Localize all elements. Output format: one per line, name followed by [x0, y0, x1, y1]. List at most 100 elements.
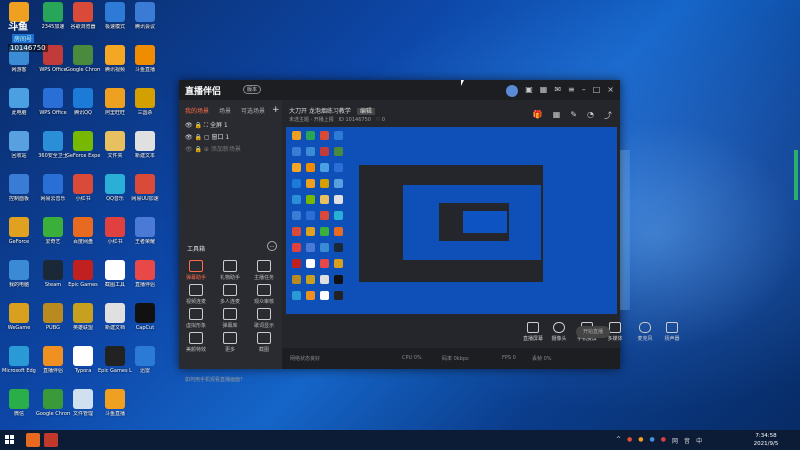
desktop-icon[interactable]: 爱奇艺 [36, 217, 70, 261]
toolbox-item[interactable]: 主播任务 [249, 260, 279, 281]
tshirt-icon[interactable]: ▣ [525, 85, 533, 97]
tab-optional-scenes[interactable]: 可选场景 [241, 106, 265, 115]
desktop-icon[interactable]: 微信 [2, 389, 36, 433]
toolbox-item[interactable]: 多人连麦 [215, 284, 245, 305]
desktop-icon[interactable]: QQ音乐 [98, 174, 132, 218]
category-text[interactable]: 未选主题 · 开播上报 [289, 117, 334, 123]
tab-scenes[interactable]: 场景 [219, 106, 231, 115]
toolbox-item[interactable]: 观众审核 [249, 284, 279, 305]
mail-icon[interactable]: ✉ [554, 85, 561, 97]
toolbox-item[interactable]: 弹幕库 [215, 308, 245, 329]
toolbox-item[interactable]: 礼物助手 [215, 260, 245, 281]
desktop-icon[interactable]: Typora [66, 346, 100, 390]
desktop-icon[interactable]: 网易云音乐 [36, 174, 70, 218]
desktop-icon[interactable]: 文件管理 [66, 389, 100, 433]
pen-icon[interactable]: ✎ [570, 110, 577, 121]
desktop-icon[interactable]: GeForce [2, 217, 36, 261]
tray-app-icon[interactable]: ● [661, 436, 666, 445]
desktop-icon[interactable]: 腾讯视频 [98, 45, 132, 89]
windows-start-icon[interactable] [5, 435, 15, 445]
desktop-icon[interactable]: 此电脑 [2, 88, 36, 132]
desktop-icon[interactable]: 直播伴侣 [128, 260, 162, 304]
toolbox-item[interactable]: 截图 [249, 332, 279, 353]
minimize-icon[interactable]: – [582, 85, 586, 97]
desktop-icon[interactable]: 斗鱼直播 [128, 45, 162, 89]
desktop-icon[interactable]: 我的电脑 [2, 260, 36, 304]
mobile-watch-tip[interactable]: 如何用手机观看直播画面? [185, 376, 243, 383]
desktop-icon[interactable]: 控制面板 [2, 174, 36, 218]
tray-app-icon[interactable]: ● [638, 436, 643, 445]
desktop-icon[interactable]: 阿里旺旺 [98, 88, 132, 132]
tab-my-scenes[interactable]: 我的场景 [185, 106, 209, 115]
desktop-icon[interactable]: Microsoft Edge [2, 346, 36, 390]
desktop-icon[interactable]: 网易UU加速 [128, 174, 162, 218]
tray-app-icon[interactable]: ● [627, 436, 632, 445]
toolbox-item[interactable]: 虚拟形象 [181, 308, 211, 329]
desktop-icon[interactable]: Epic Games Launcher [98, 346, 132, 390]
desktop-icon[interactable]: GeForce Experience [66, 131, 100, 175]
add-scene-icon[interactable]: + [272, 105, 280, 115]
desktop-icon[interactable]: 英雄联盟 [66, 303, 100, 347]
tray-app-icon[interactable]: ● [650, 436, 655, 445]
menu-icon[interactable]: ≡ [568, 85, 575, 97]
desktop-icon[interactable]: 三国杀 [128, 88, 162, 132]
close-icon[interactable]: × [607, 85, 614, 97]
toolbox-item[interactable]: 更多 [215, 332, 245, 353]
desktop-icon[interactable]: 腾讯会议 [128, 2, 162, 46]
desktop-icon[interactable]: Steam [36, 260, 70, 304]
desktop-icon[interactable]: 斗鱼直播 [98, 389, 132, 433]
avatar[interactable] [506, 85, 519, 97]
desktop-icon[interactable]: 小红书 [66, 174, 100, 218]
speaker-button[interactable]: 扬声器 [659, 322, 685, 342]
desktop-icon[interactable]: CapCut [128, 303, 162, 347]
desktop-icon[interactable]: 谷歌浏览器 [66, 2, 100, 46]
desktop-icon[interactable]: Epic Games [66, 260, 100, 304]
desktop-icon[interactable]: WPS Office [36, 88, 70, 132]
desktop-icon[interactable]: 小红书 [98, 217, 132, 261]
taskbar-app-icon[interactable] [44, 433, 58, 447]
tray-expand-icon[interactable]: ^ [616, 436, 621, 445]
volume-icon[interactable]: 音 [684, 436, 690, 445]
camera-button[interactable]: 摄像头 [546, 322, 572, 342]
scene-item[interactable]: 👁 🔒 ▢ 窗口 1 [185, 132, 229, 141]
add-scene-item[interactable]: 👁 🔒 ⊕ 添加新场景 [185, 144, 241, 153]
microphone-button[interactable]: 麦克风 [632, 322, 658, 342]
toolbox-item[interactable]: 歌词显示 [249, 308, 279, 329]
version-badge[interactable]: 版本 [243, 85, 262, 94]
desktop-icon[interactable]: 新建文档 [98, 303, 132, 347]
stream-preview[interactable] [286, 127, 617, 314]
toolbox-item[interactable]: 弹幕助手 [181, 260, 211, 281]
screen-source-button[interactable]: 直播屏幕 [520, 322, 546, 342]
maximize-icon[interactable]: □ [593, 85, 601, 97]
gift-icon[interactable]: 🎁 [533, 110, 543, 121]
toolbox-item[interactable]: 视频连麦 [181, 284, 211, 305]
desktop-icon[interactable]: 迅雷 [128, 346, 162, 390]
desktop-icon[interactable]: PUBG [36, 303, 70, 347]
scene-item[interactable]: 👁 🔒 ⛶ 全屏 1 [185, 120, 228, 130]
desktop-icon[interactable]: 极速模式 [98, 2, 132, 46]
desktop-icon[interactable]: 文件夹 [98, 131, 132, 175]
grid-icon[interactable]: ▦ [553, 110, 561, 121]
desktop-icon[interactable]: 360安全卫士 [36, 131, 70, 175]
desktop-icon[interactable]: Google Chrome [66, 45, 100, 89]
desktop-icon[interactable]: 新建文本 [128, 131, 162, 175]
more-icon[interactable]: … [267, 241, 277, 251]
taskbar-app-icon[interactable] [26, 433, 40, 447]
start-live-button[interactable]: 开始直播 [576, 326, 610, 338]
ime-icon[interactable]: 中 [696, 436, 702, 445]
bell-icon[interactable]: ◔ [587, 110, 594, 121]
desktop-icon[interactable]: 截图工具 [98, 260, 132, 304]
desktop-icon[interactable]: 腾讯QQ [66, 88, 100, 132]
desktop-icon[interactable]: 王者荣耀 [128, 217, 162, 261]
taskbar-clock[interactable]: 7:34:58 2021/9/5 [748, 432, 784, 448]
share-icon[interactable]: ⤴ [604, 110, 612, 121]
network-icon[interactable]: 网 [672, 436, 678, 445]
gift-icon[interactable]: ▦ [540, 85, 548, 97]
toolbox-item[interactable]: 美颜特效 [181, 332, 211, 353]
desktop-icon[interactable]: 百度网盘 [66, 217, 100, 261]
desktop-icon[interactable]: Google Chrome [36, 389, 70, 433]
desktop-icon[interactable]: 回收站 [2, 131, 36, 175]
desktop-icon[interactable]: WeGame [2, 303, 36, 347]
edit-title-button[interactable]: 编辑 [356, 108, 375, 115]
desktop-icon[interactable]: 直播伴侣 [36, 346, 70, 390]
